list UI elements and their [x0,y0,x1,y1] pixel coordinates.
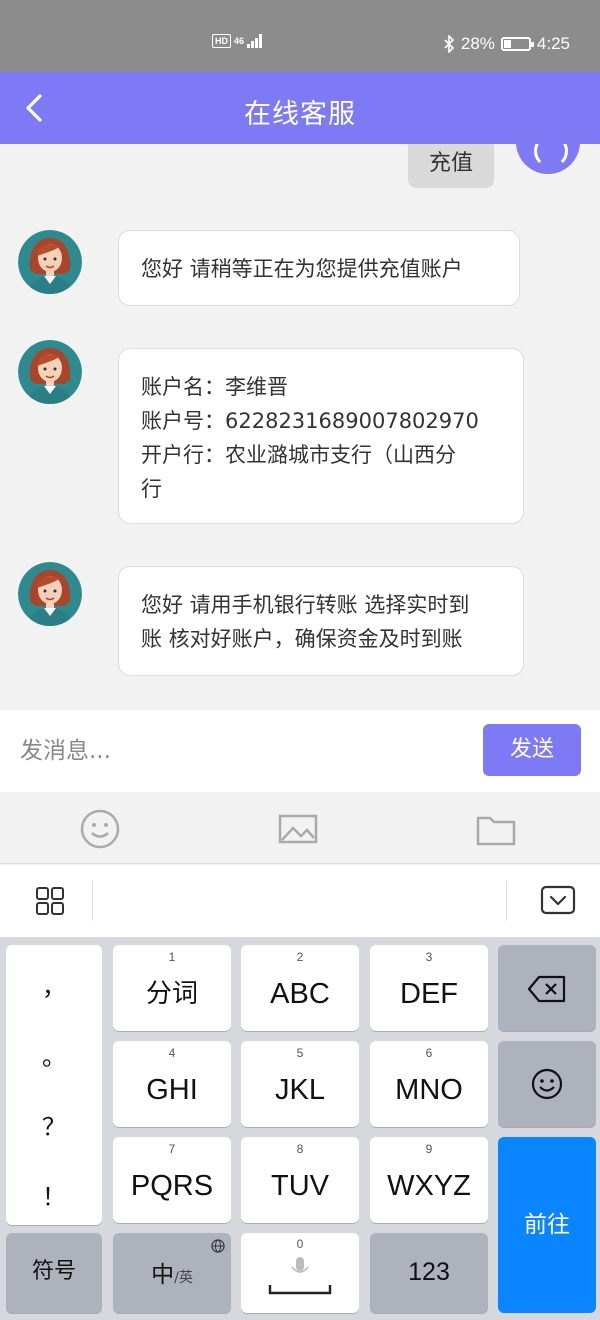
key-number: 2 [296,950,304,964]
key-1[interactable]: 1 分词 [113,945,231,1031]
grid-menu-icon[interactable] [34,885,66,917]
backspace-key[interactable] [498,945,596,1031]
clock: 4:25 [536,34,570,53]
punctuation-column: ， 。 ？ ！ [6,945,102,1225]
key-number: 9 [425,1142,433,1156]
battery-fill [503,40,512,48]
hd-badge: HD [212,34,231,48]
key-label: TUV [271,1170,329,1202]
key-number: 7 [168,1142,176,1156]
smiley-icon [531,1068,563,1100]
signal-icon [247,34,263,48]
folder-icon[interactable] [475,808,517,850]
emoji-key[interactable] [498,1041,596,1127]
emoji-icon[interactable] [79,808,121,850]
key-4[interactable]: 4 GHI [113,1041,231,1127]
key-2[interactable]: 2 ABC [241,945,359,1031]
space-key[interactable]: 0 [241,1233,359,1313]
numeric-key[interactable]: 123 [370,1233,488,1313]
key-number: 8 [296,1142,304,1156]
message-input[interactable] [20,730,460,772]
instruction-line: 您好 请用手机银行转账 选择实时到 [141,593,470,617]
key-8[interactable]: 8 TUV [241,1137,359,1223]
key-6[interactable]: 6 MNO [370,1041,488,1127]
key-label: WXYZ [387,1170,471,1202]
key-label: 123 [408,1258,450,1286]
key-label: DEF [400,978,458,1010]
key-label: PQRS [130,1170,214,1202]
account-name-line: 账户名：李维晋 [141,375,288,399]
key-label: 符号 [31,1259,76,1284]
microphone-icon [291,1257,309,1273]
key-number: 5 [296,1046,304,1060]
key-question[interactable]: ？ [6,1107,102,1142]
enter-key[interactable]: 前往 [498,1137,596,1313]
service-avatar [18,562,82,626]
service-avatar [18,340,82,404]
key-number: 3 [425,950,433,964]
key-label: 分词 [145,979,198,1009]
lang-main: 中 [151,1262,175,1288]
key-number: 1 [168,950,176,964]
key-number: 4 [168,1046,176,1060]
key-label: GHI [146,1074,198,1106]
status-right: 28% 4:25 [443,34,570,54]
space-bar-icon [268,1285,332,1295]
bluetooth-icon [444,35,455,53]
message-bubble: 您好 请稍等正在为您提供充值账户 [118,230,520,306]
battery-percent: 28% [460,34,495,53]
key-9[interactable]: 9 WXYZ [370,1137,488,1223]
transfer-instruction-bubble: 您好 请用手机银行转账 选择实时到 账 核对好账户，确保资金及时到账 [118,566,524,676]
instruction-line: 账 核对好账户，确保资金及时到账 [141,627,463,651]
key-label: JKL [275,1074,325,1106]
key-comma[interactable]: ， [6,967,102,1002]
key-5[interactable]: 5 JKL [241,1041,359,1127]
network-type: 46 [234,35,245,46]
lang-label: 中/英 [113,1255,231,1289]
keyboard: ， 。 ？ ！ 1 分词 2 ABC 3 DEF 4 GHI 5 JKL 6 M… [0,937,600,1320]
key-label: ABC [270,978,330,1010]
key-7[interactable]: 7 PQRS [113,1137,231,1223]
divider [92,881,93,921]
network-indicator: HD 46 [212,34,263,48]
image-icon[interactable] [277,808,319,850]
key-exclaim[interactable]: ！ [6,1177,102,1212]
key-number: 6 [425,1046,433,1060]
send-button[interactable]: 发送 [483,724,581,776]
account-number-line: 账户号：6228231689007802970 [141,409,479,433]
symbol-key[interactable]: 符号 [6,1233,102,1313]
keyboard-toolbar [0,865,600,937]
chat-area[interactable]: 充值 您好 请稍等正在为您提供充值账户 账户名：李维晋 账户号：62282316… [0,144,600,710]
sent-message-bubble: 充值 [408,144,494,188]
globe-icon [211,1239,225,1253]
bank-line: 开户行：农业潞城市支行（山西分 [141,443,456,467]
service-avatar [18,230,82,294]
app-header: 在线客服 [0,72,600,144]
page-title: 在线客服 [244,99,356,130]
user-avatar [516,144,580,174]
key-3[interactable]: 3 DEF [370,945,488,1031]
divider [506,881,507,921]
keyboard-hide-icon[interactable] [540,885,576,915]
bank-line-cont: 行 [141,477,162,501]
status-bar: HD 46 28% 4:25 [0,0,600,72]
account-info-bubble: 账户名：李维晋 账户号：6228231689007802970 开户行：农业潞城… [118,348,524,524]
battery-icon [500,37,534,51]
key-number: 0 [296,1237,304,1251]
lang-alt: /英 [174,1270,193,1286]
backspace-icon [527,975,566,1003]
attachment-toolbar [0,792,600,864]
key-period[interactable]: 。 [6,1037,102,1072]
key-label: MNO [395,1074,463,1106]
language-switch-key[interactable]: 中/英 [113,1233,231,1313]
